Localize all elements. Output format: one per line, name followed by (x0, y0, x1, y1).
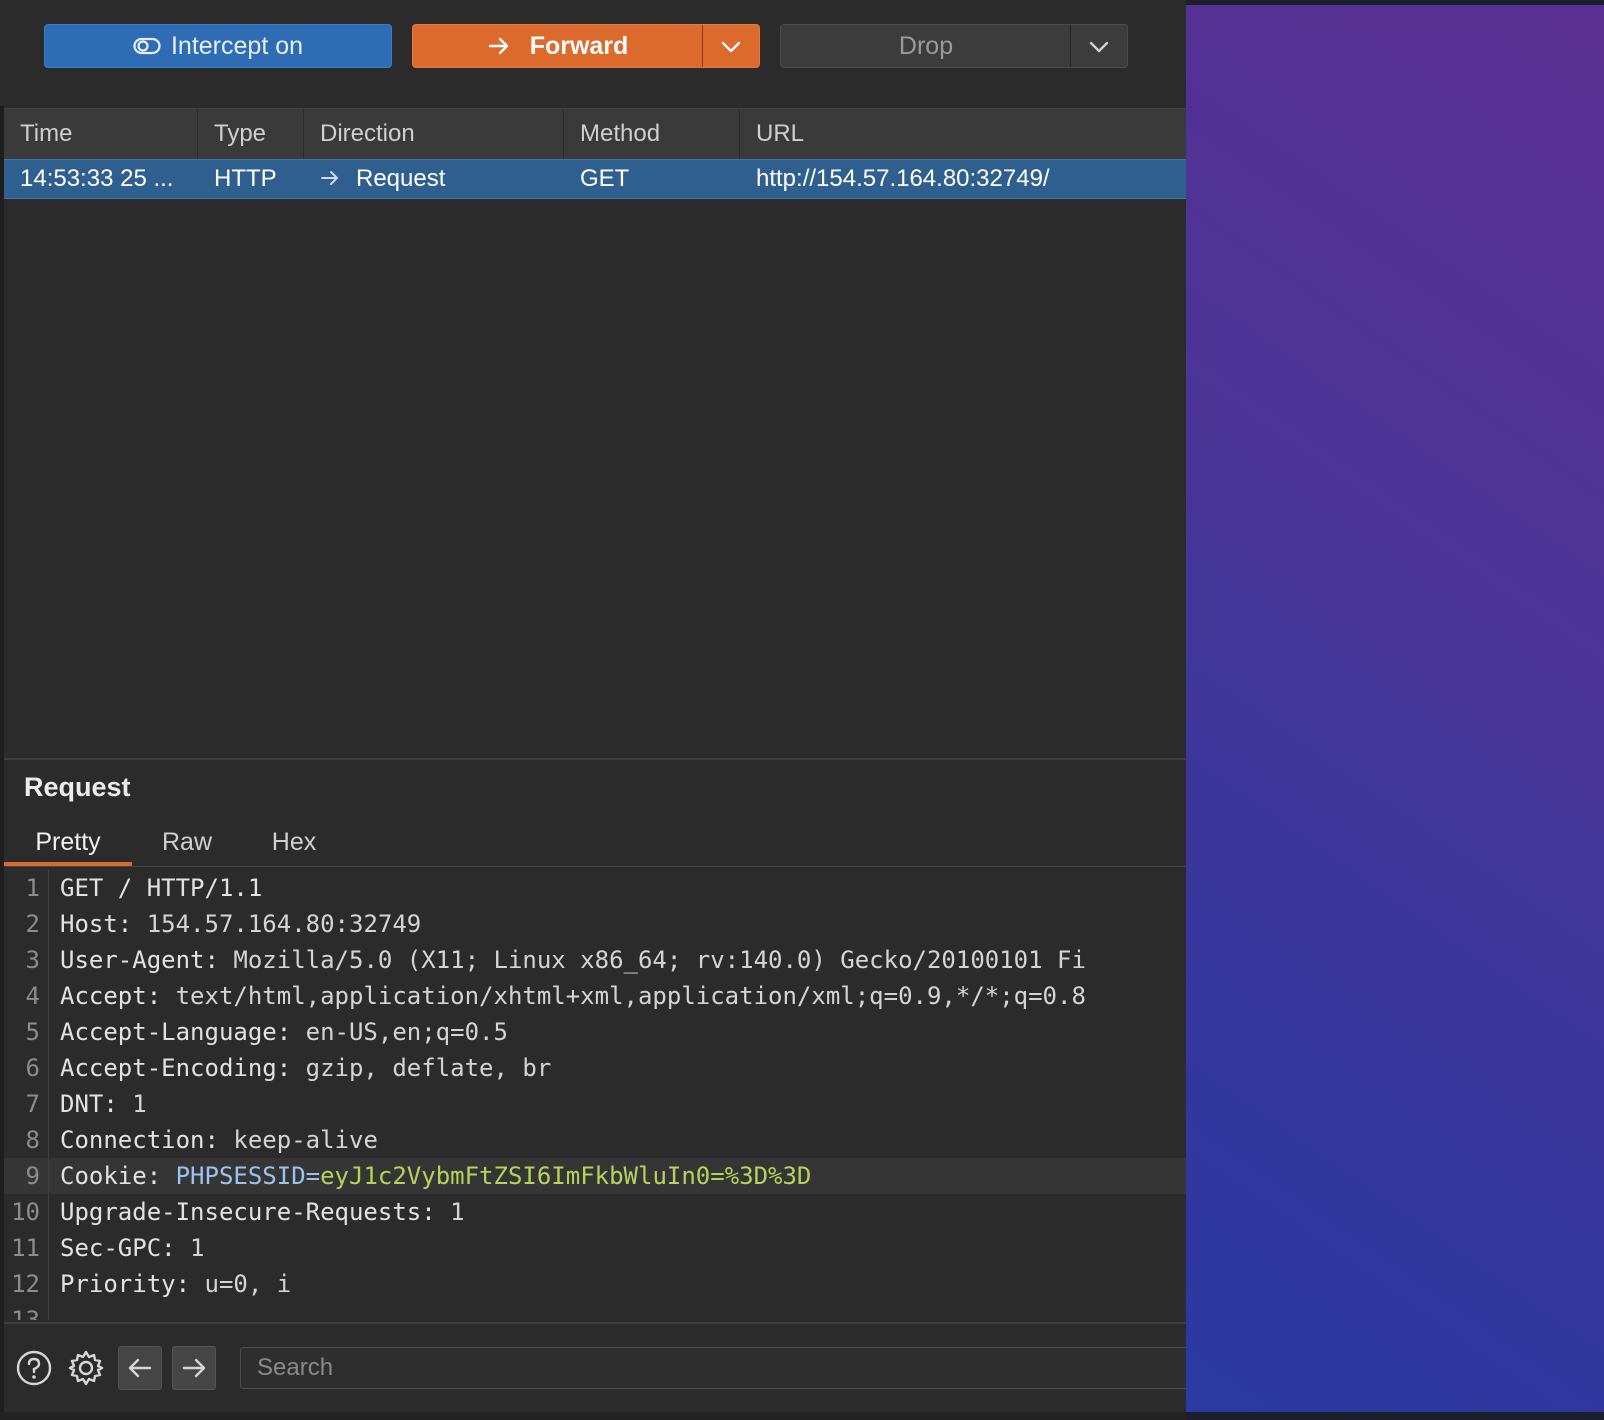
code-line: 8 Connection: keep-alive (4, 1122, 1186, 1158)
header-value: en-US,en;q=0.5 (291, 1018, 508, 1046)
pane-divider[interactable] (4, 758, 1186, 760)
request-editor[interactable]: 1 GET / HTTP/1.1 2 Host: 154.57.164.80:3… (4, 870, 1186, 1320)
header-name: Accept-Language: (60, 1018, 292, 1046)
table-row[interactable]: 14:53:33 25 ... HTTP Request GET http://… (4, 159, 1186, 199)
line-number: 4 (25, 982, 40, 1010)
line-number: 9 (25, 1162, 40, 1190)
code-line: 4 Accept: text/html,application/xhtml+xm… (4, 978, 1186, 1014)
line-number: 10 (11, 1198, 40, 1226)
intercept-label: Intercept on (170, 31, 304, 60)
forward-label: Forward (529, 31, 629, 60)
code-line: 2 Host: 154.57.164.80:32749 (4, 906, 1186, 942)
code-line: 12 Priority: u=0, i (4, 1266, 1186, 1302)
drop-button[interactable]: Drop (780, 24, 1128, 68)
header-value: 154.57.164.80:32749 (132, 910, 422, 938)
column-header-method[interactable]: Method (564, 109, 740, 159)
cookie-value: eyJ1c2VybmFtZSI6ImFkbWluIn0=%3D%3D (320, 1162, 812, 1190)
desktop-bottom-edge (1186, 1412, 1604, 1420)
line-number: 6 (25, 1054, 40, 1082)
line-number: 7 (25, 1090, 40, 1118)
header-name: Accept-Encoding: (60, 1054, 292, 1082)
header-name: Accept: (60, 982, 162, 1010)
column-header-time[interactable]: Time (4, 109, 198, 159)
line-number: 5 (25, 1018, 40, 1046)
code-line: 11 Sec-GPC: 1 (4, 1230, 1186, 1266)
code-line: 10 Upgrade-Insecure-Requests: 1 (4, 1194, 1186, 1230)
cell-time: 14:53:33 25 ... (20, 165, 174, 192)
code-line: 13 (4, 1302, 1186, 1320)
header-name: Upgrade-Insecure-Requests: (60, 1198, 436, 1226)
header-name: Cookie: (60, 1162, 162, 1190)
bottom-edge (0, 1412, 1186, 1420)
line-number: 1 (25, 874, 40, 902)
header-value: u=0, i (190, 1270, 292, 1298)
cell-direction: Request (304, 160, 564, 198)
header-value: text/html,application/xhtml+xml,applicat… (161, 982, 1086, 1010)
header-name: Sec-GPC: (60, 1234, 176, 1262)
forward-main[interactable]: Forward (413, 25, 703, 67)
footer-divider (4, 1322, 1186, 1324)
toggle-icon (133, 36, 161, 56)
header-name: User-Agent: (60, 946, 219, 974)
header-value: keep-alive (218, 1126, 378, 1154)
cell-direction-label: Request (356, 165, 446, 192)
intercept-table: Time Type Direction Method URL 14:53:33 … (4, 108, 1186, 199)
request-tabs: Pretty Raw Hex (4, 822, 1186, 867)
column-header-url[interactable]: URL (740, 109, 1186, 159)
header-name: DNT: (60, 1090, 118, 1118)
code-line: 6 Accept-Encoding: gzip, deflate, br (4, 1050, 1186, 1086)
code-line: 5 Accept-Language: en-US,en;q=0.5 (4, 1014, 1186, 1050)
burp-proxy-panel: Intercept on Forward Drop Time Type Dire… (0, 0, 1186, 1420)
editor-footer (4, 1326, 1186, 1412)
arrow-right-icon (488, 36, 510, 56)
drop-main[interactable]: Drop (781, 25, 1071, 67)
tab-raw[interactable]: Raw (144, 822, 230, 866)
header-value: Mozilla/5.0 (X11; Linux x86_64; rv:140.0… (218, 946, 1086, 974)
column-header-direction[interactable]: Direction (304, 109, 564, 159)
tab-hex[interactable]: Hex (258, 822, 330, 866)
search-input[interactable] (240, 1347, 1186, 1389)
header-value: 1 (175, 1234, 205, 1262)
line-number: 13 (11, 1306, 40, 1320)
request-title: Request (24, 772, 131, 802)
forward-dropdown-button[interactable] (702, 25, 759, 67)
drop-dropdown-button[interactable] (1070, 25, 1127, 67)
header-value: 1 (435, 1198, 465, 1226)
line-number: 11 (11, 1234, 40, 1262)
arrow-right-icon (320, 160, 340, 198)
cell-url: http://154.57.164.80:32749/ (756, 165, 1050, 192)
help-icon[interactable] (12, 1346, 56, 1390)
line-text: GET / HTTP/1.1 (60, 874, 263, 902)
drop-label: Drop (898, 31, 954, 60)
table-header: Time Type Direction Method URL (4, 108, 1186, 159)
next-arrow-icon[interactable] (172, 1346, 216, 1390)
cell-type: HTTP (214, 165, 277, 192)
header-name: Priority: (60, 1270, 191, 1298)
tab-pretty[interactable]: Pretty (4, 822, 132, 866)
previous-arrow-icon[interactable] (118, 1346, 162, 1390)
code-line-highlighted: 9 Cookie: PHPSESSID=eyJ1c2VybmFtZSI6ImFk… (4, 1158, 1186, 1194)
intercept-toggle-button[interactable]: Intercept on (44, 24, 392, 68)
line-number: 3 (25, 946, 40, 974)
gear-icon[interactable] (64, 1346, 108, 1390)
line-number: 12 (11, 1270, 40, 1298)
line-number: 8 (25, 1126, 40, 1154)
header-value: gzip, deflate, br (291, 1054, 552, 1082)
header-name: Connection: (60, 1126, 219, 1154)
header-name: Host: (60, 910, 133, 938)
column-header-type[interactable]: Type (198, 109, 304, 159)
desktop-background (1186, 0, 1604, 1420)
code-line: 7 DNT: 1 (4, 1086, 1186, 1122)
chevron-down-icon (1088, 32, 1110, 61)
forward-button[interactable]: Forward (412, 24, 760, 68)
proxy-toolbar: Intercept on Forward Drop (0, 0, 1186, 106)
cell-method: GET (580, 165, 630, 192)
code-line: 3 User-Agent: Mozilla/5.0 (X11; Linux x8… (4, 942, 1186, 978)
code-line: 1 GET / HTTP/1.1 (4, 870, 1186, 906)
chevron-down-icon (720, 32, 742, 61)
header-value: 1 (117, 1090, 147, 1118)
line-number: 2 (25, 910, 40, 938)
cookie-name: PHPSESSID= (161, 1162, 321, 1190)
